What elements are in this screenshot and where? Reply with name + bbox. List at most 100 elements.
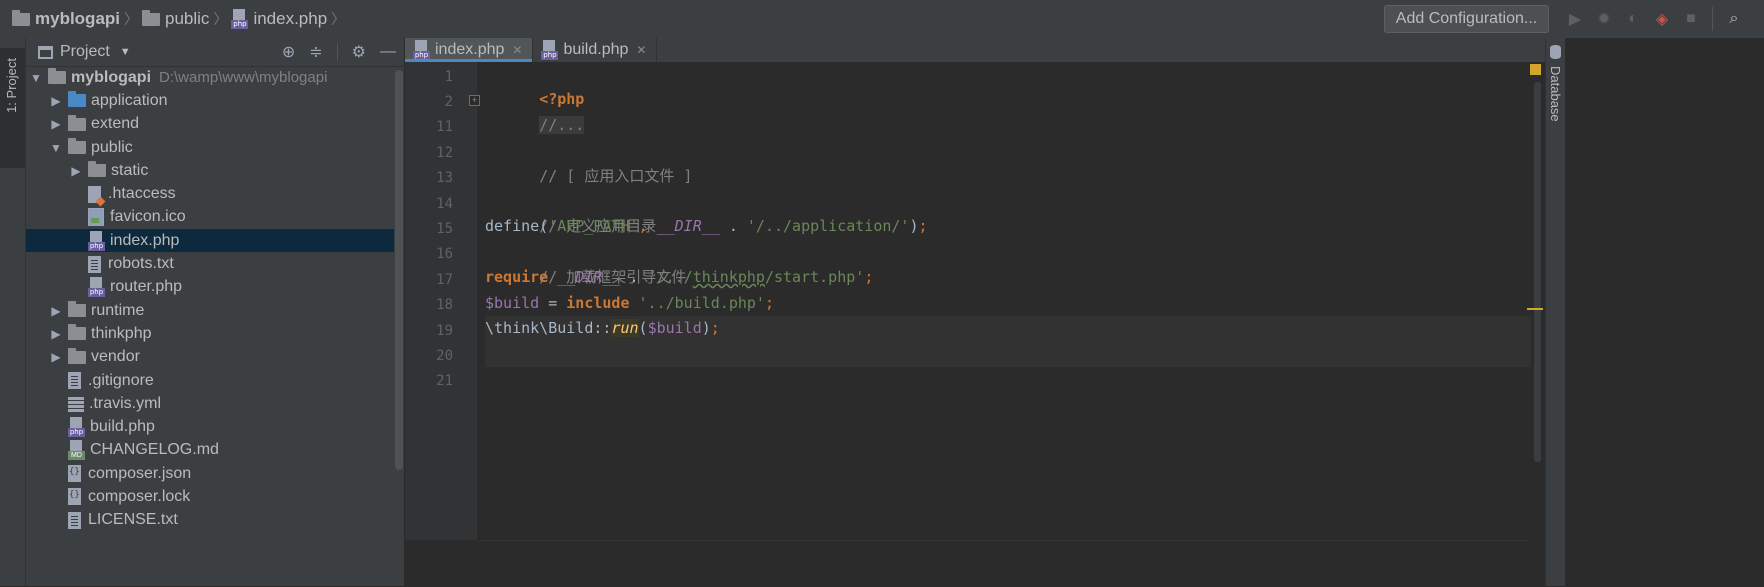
tree-item-label: index.php [110,231,180,249]
warning-marker[interactable] [1527,308,1543,310]
collapsed-arrow-icon[interactable]: ▶ [48,350,64,364]
collapsed-arrow-icon[interactable]: ▶ [68,164,84,178]
editor-area: php index.php ✕ php build.php ✕ 1 2 11 1… [405,38,1545,587]
tree-item-composer-lock[interactable]: composer.lock [26,485,394,508]
tree-item-application[interactable]: ▶ application [26,89,394,112]
tree-item-public[interactable]: ▼ public [26,136,394,159]
database-icon[interactable] [1550,45,1561,59]
tree-item-license[interactable]: LICENSE.txt [26,509,394,532]
tree-item-router-php[interactable]: php router.php [26,276,394,299]
warning-indicator-icon[interactable] [1530,64,1541,75]
folded-region[interactable]: //... [539,115,585,134]
line-number: 13 [436,170,453,186]
tree-item-label: favicon.ico [110,208,186,226]
collapse-all-icon[interactable]: ≑ [309,42,322,62]
locate-icon[interactable]: ⊕ [282,42,295,62]
tree-item-root[interactable]: ▼ myblogapi D:\wamp\www\myblogapi [26,66,394,89]
collapsed-arrow-icon[interactable]: ▶ [48,304,64,318]
add-configuration-button[interactable]: Add Configuration... [1384,5,1549,33]
code-string: /start.php' [764,268,865,287]
code-string-typo: thinkphp [692,268,765,287]
project-panel-header: Project ▼ ⊕ ≑ ⚙ — [26,38,404,67]
collapsed-arrow-icon[interactable]: ▶ [48,327,64,341]
line-number: 20 [436,348,453,364]
code-punct: ) [909,217,919,236]
close-icon[interactable]: ✕ [512,43,522,57]
folder-icon [48,68,66,85]
collapsed-arrow-icon[interactable]: ▶ [48,117,64,131]
expanded-arrow-icon[interactable]: ▼ [28,71,44,85]
tree-item-travis-yml[interactable]: .travis.yml [26,392,394,415]
tree-item-vendor[interactable]: ▶ vendor [26,346,394,369]
project-tree: ▼ myblogapi D:\wamp\www\myblogapi ▶ appl… [26,66,394,532]
code-line: // [ 应用入口文件 ] [485,138,1535,185]
tree-item-static[interactable]: ▶ static [26,159,394,182]
code-keyword: require [485,268,549,287]
code-keyword: include [566,293,630,312]
profile-icon[interactable]: ◈ [1652,9,1672,29]
json-file-icon [68,488,81,506]
tree-item-htaccess[interactable]: .htaccess [26,182,394,205]
project-panel-actions: ⊕ ≑ ⚙ — [282,38,396,66]
code-function: define( [485,217,549,236]
run-icon[interactable]: ▶ [1565,9,1585,29]
code-line: require __DIR__ . '/../thinkphp/start.ph… [485,265,1535,290]
tree-item-index-php[interactable]: php index.php [26,229,394,253]
tree-item-extend[interactable]: ▶ extend [26,113,394,136]
code-editor[interactable]: <?php //... // [ 应用入口文件 ] // 定义应用目录 defi… [485,62,1535,540]
tree-item-label: composer.json [88,464,192,482]
folder-icon [68,114,86,131]
code-semicolon: ; [764,293,774,312]
debug-icon[interactable]: ✹ [1594,9,1614,29]
code-semicolon: ; [864,268,874,287]
expanded-arrow-icon[interactable]: ▼ [48,141,64,155]
tree-item-label: extend [91,115,140,133]
editor-scrollbar[interactable] [1534,82,1541,462]
folder-icon [68,138,86,155]
tab-index-php[interactable]: php index.php ✕ [405,38,534,62]
project-tool-tab[interactable]: 1: Project [0,48,25,168]
breadcrumb-folder[interactable]: public [142,9,209,29]
tree-item-gitignore[interactable]: .gitignore [26,369,394,392]
code-line-current: \think\Build::run($build); [485,316,1535,342]
tab-build-php[interactable]: php build.php ✕ [533,38,658,62]
close-icon[interactable]: ✕ [636,43,646,57]
json-file-icon [68,465,81,483]
code-line: // 加载框架引导文件 [485,240,1535,286]
stop-icon[interactable]: ■ [1681,9,1701,29]
tree-item-label: composer.lock [88,487,191,505]
project-view-selector[interactable]: Project ▼ [38,43,131,61]
tree-item-favicon[interactable]: favicon.ico [26,206,394,229]
code-operator: . [620,268,648,287]
tree-item-label: public [91,138,133,156]
panel-divider [336,43,338,61]
code-string: 'APP_PATH' [548,217,639,236]
tree-item-robots[interactable]: robots.txt [26,252,394,275]
code-string: '/../application/' [746,217,910,236]
line-number-gutter[interactable]: 1 2 11 12 13 14 15 16 17 18 19 20 21 + [405,62,480,540]
breadcrumb-file[interactable]: php index.php [231,9,327,29]
tree-item-label: thinkphp [91,324,152,342]
database-tool-tab[interactable]: Database [1548,66,1563,122]
breadcrumb-separator: 〉 [124,11,139,27]
tree-item-build-php[interactable]: php build.php [26,415,394,438]
breadcrumb-project[interactable]: myblogapi [12,9,120,29]
fold-expand-icon[interactable]: + [469,95,480,106]
collapsed-arrow-icon[interactable]: ▶ [48,94,64,108]
code-constant: __DIR__ [557,268,621,287]
project-tree-scrollbar[interactable] [395,70,403,470]
breadcrumb-separator: 〉 [331,11,346,27]
tree-item-runtime[interactable]: ▶ runtime [26,299,394,322]
minimize-icon[interactable]: — [380,43,396,61]
search-icon[interactable]: ⌕ [1724,9,1744,29]
chevron-down-icon: ▼ [119,46,131,58]
tree-item-label: router.php [110,278,183,296]
tree-item-changelog[interactable]: MD CHANGELOG.md [26,439,394,462]
code-variable: $build [485,293,540,312]
tree-item-composer-json[interactable]: composer.json [26,462,394,485]
tree-item-thinkphp[interactable]: ▶ thinkphp [26,322,394,345]
coverage-icon[interactable]: ◐ [1623,9,1643,29]
editor-tab-bar: php index.php ✕ php build.php ✕ [405,38,1545,62]
gear-icon[interactable]: ⚙ [352,42,366,62]
